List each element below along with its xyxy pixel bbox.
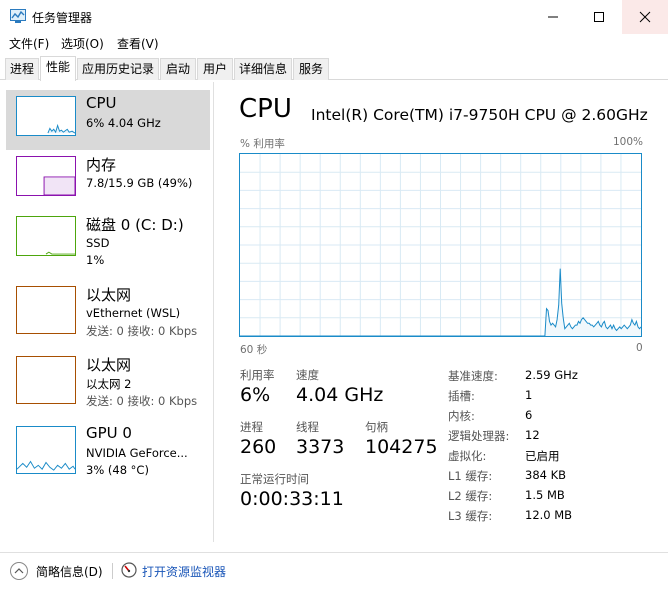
tab-performance[interactable]: 性能 — [40, 56, 76, 81]
cpu-thumbnail — [16, 96, 76, 136]
chevron-up-icon[interactable] — [10, 562, 28, 580]
ethernet-thumbnail — [16, 356, 76, 404]
menu-options[interactable]: 选项(O) — [61, 35, 104, 52]
cpu-detail-panel: CPU Intel(R) Core(TM) i7-9750H CPU @ 2.6… — [216, 82, 668, 542]
graph-y-label: % 利用率 — [240, 138, 285, 150]
tab-processes[interactable]: 进程 — [5, 58, 39, 80]
uptime-label: 正常运行时间 — [240, 472, 309, 486]
sidebar-item-title: 磁盘 0 (C: D:) — [86, 216, 184, 234]
sidebar-item-detail-2: 1% — [86, 253, 105, 267]
cpu-usage-graph — [239, 153, 642, 337]
virtualization-label: 虚拟化: — [448, 449, 487, 463]
tab-services[interactable]: 服务 — [293, 58, 329, 80]
sidebar-item-detail-2: 发送: 0 接收: 0 Kbps — [86, 324, 198, 338]
tab-app-history[interactable]: 应用历史记录 — [77, 58, 159, 80]
ethernet-thumbnail — [16, 286, 76, 334]
l3-cache-value: 12.0 MB — [525, 508, 573, 522]
l1-cache-label: L1 缓存: — [448, 469, 493, 483]
menu-bar: 文件(F) 选项(O) 查看(V) — [0, 34, 668, 54]
logical-processors-label: 逻辑处理器: — [448, 429, 510, 443]
l1-cache-value: 384 KB — [525, 468, 567, 482]
threads-label: 线程 — [296, 420, 319, 434]
gpu-thumbnail — [16, 426, 76, 474]
uptime-value: 0:00:33:11 — [240, 488, 344, 510]
threads-value: 3373 — [296, 436, 345, 458]
footer-bar: 简略信息(D) 打开资源监视器 — [0, 552, 668, 595]
tab-startup[interactable]: 启动 — [160, 58, 196, 80]
open-resource-monitor-link[interactable]: 打开资源监视器 — [142, 563, 226, 580]
l2-cache-value: 1.5 MB — [525, 488, 565, 502]
sidebar-item-detail: NVIDIA GeForce... — [86, 446, 188, 460]
cpu-model-name: Intel(R) Core(TM) i7-9750H CPU @ 2.60GHz — [311, 106, 648, 124]
sidebar-item-title: 以太网 — [86, 356, 132, 374]
tab-users[interactable]: 用户 — [197, 58, 233, 80]
cores-label: 内核: — [448, 409, 475, 423]
maximize-icon — [594, 12, 604, 22]
tab-bar: 进程 性能 应用历史记录 启动 用户 详细信息 服务 — [0, 56, 668, 81]
graph-x-zero: 0 — [636, 342, 643, 354]
sidebar-item-detail-2: 3% (48 °C) — [86, 463, 149, 477]
virtualization-value: 已启用 — [525, 449, 560, 463]
handles-label: 句柄 — [365, 420, 388, 434]
sidebar-item-title: GPU 0 — [86, 424, 132, 442]
processes-value: 260 — [240, 436, 277, 458]
menu-view[interactable]: 查看(V) — [117, 35, 159, 52]
window-title: 任务管理器 — [32, 11, 93, 25]
fewer-details-button[interactable]: 简略信息(D) — [36, 563, 103, 580]
speed-label: 速度 — [296, 368, 319, 382]
base-speed-value: 2.59 GHz — [525, 368, 578, 382]
sidebar-item-cpu[interactable]: CPU 6% 4.04 GHz — [6, 90, 210, 150]
utilization-value: 6% — [240, 384, 271, 406]
disk-thumbnail — [16, 216, 76, 256]
sockets-value: 1 — [525, 388, 533, 402]
title-bar: 任务管理器 — [0, 0, 668, 34]
utilization-label: 利用率 — [240, 368, 275, 382]
menu-file[interactable]: 文件(F) — [9, 35, 49, 52]
sidebar-item-title: 内存 — [86, 156, 117, 174]
sidebar-item-gpu[interactable]: GPU 0 NVIDIA GeForce... 3% (48 °C) — [6, 420, 210, 480]
logical-processors-value: 12 — [525, 428, 540, 442]
footer-divider — [112, 563, 113, 579]
sidebar-item-memory[interactable]: 内存 7.8/15.9 GB (49%) — [6, 150, 210, 210]
task-manager-icon — [10, 9, 26, 24]
memory-thumbnail — [16, 156, 76, 196]
base-speed-label: 基准速度: — [448, 369, 498, 383]
speed-value: 4.04 GHz — [296, 384, 384, 406]
minimize-icon — [548, 16, 558, 18]
minimize-button[interactable] — [530, 0, 576, 34]
sockets-label: 插槽: — [448, 389, 475, 403]
sidebar-item-title: 以太网 — [86, 286, 132, 304]
cores-value: 6 — [525, 408, 533, 422]
performance-sidebar: CPU 6% 4.04 GHz 内存 7.8/15.9 GB (49%) 磁盘 … — [0, 82, 214, 542]
close-button[interactable] — [622, 0, 668, 34]
close-icon — [639, 11, 651, 23]
l3-cache-label: L3 缓存: — [448, 509, 493, 523]
sidebar-item-detail-2: 发送: 0 接收: 0 Kbps — [86, 394, 198, 408]
l2-cache-label: L2 缓存: — [448, 489, 493, 503]
graph-y-max: 100% — [613, 136, 644, 148]
sidebar-item-title: CPU — [86, 94, 117, 112]
page-title: CPU — [239, 94, 292, 124]
sidebar-item-detail: vEthernet (WSL) — [86, 306, 181, 320]
sidebar-item-detail: 以太网 2 — [86, 377, 132, 391]
sidebar-item-detail: SSD — [86, 236, 110, 250]
tab-details[interactable]: 详细信息 — [234, 58, 292, 80]
sidebar-item-detail: 7.8/15.9 GB (49%) — [86, 176, 193, 190]
sidebar-item-ethernet-wsl[interactable]: 以太网 vEthernet (WSL) 发送: 0 接收: 0 Kbps — [6, 280, 210, 340]
resource-monitor-icon — [121, 562, 137, 578]
processes-label: 进程 — [240, 420, 263, 434]
handles-value: 104275 — [365, 436, 438, 458]
sidebar-item-ethernet-2[interactable]: 以太网 以太网 2 发送: 0 接收: 0 Kbps — [6, 350, 210, 410]
sidebar-item-detail: 6% 4.04 GHz — [86, 116, 161, 130]
graph-time-span: 60 秒 — [240, 344, 268, 356]
sidebar-item-disk[interactable]: 磁盘 0 (C: D:) SSD 1% — [6, 210, 210, 270]
maximize-button[interactable] — [576, 0, 622, 34]
